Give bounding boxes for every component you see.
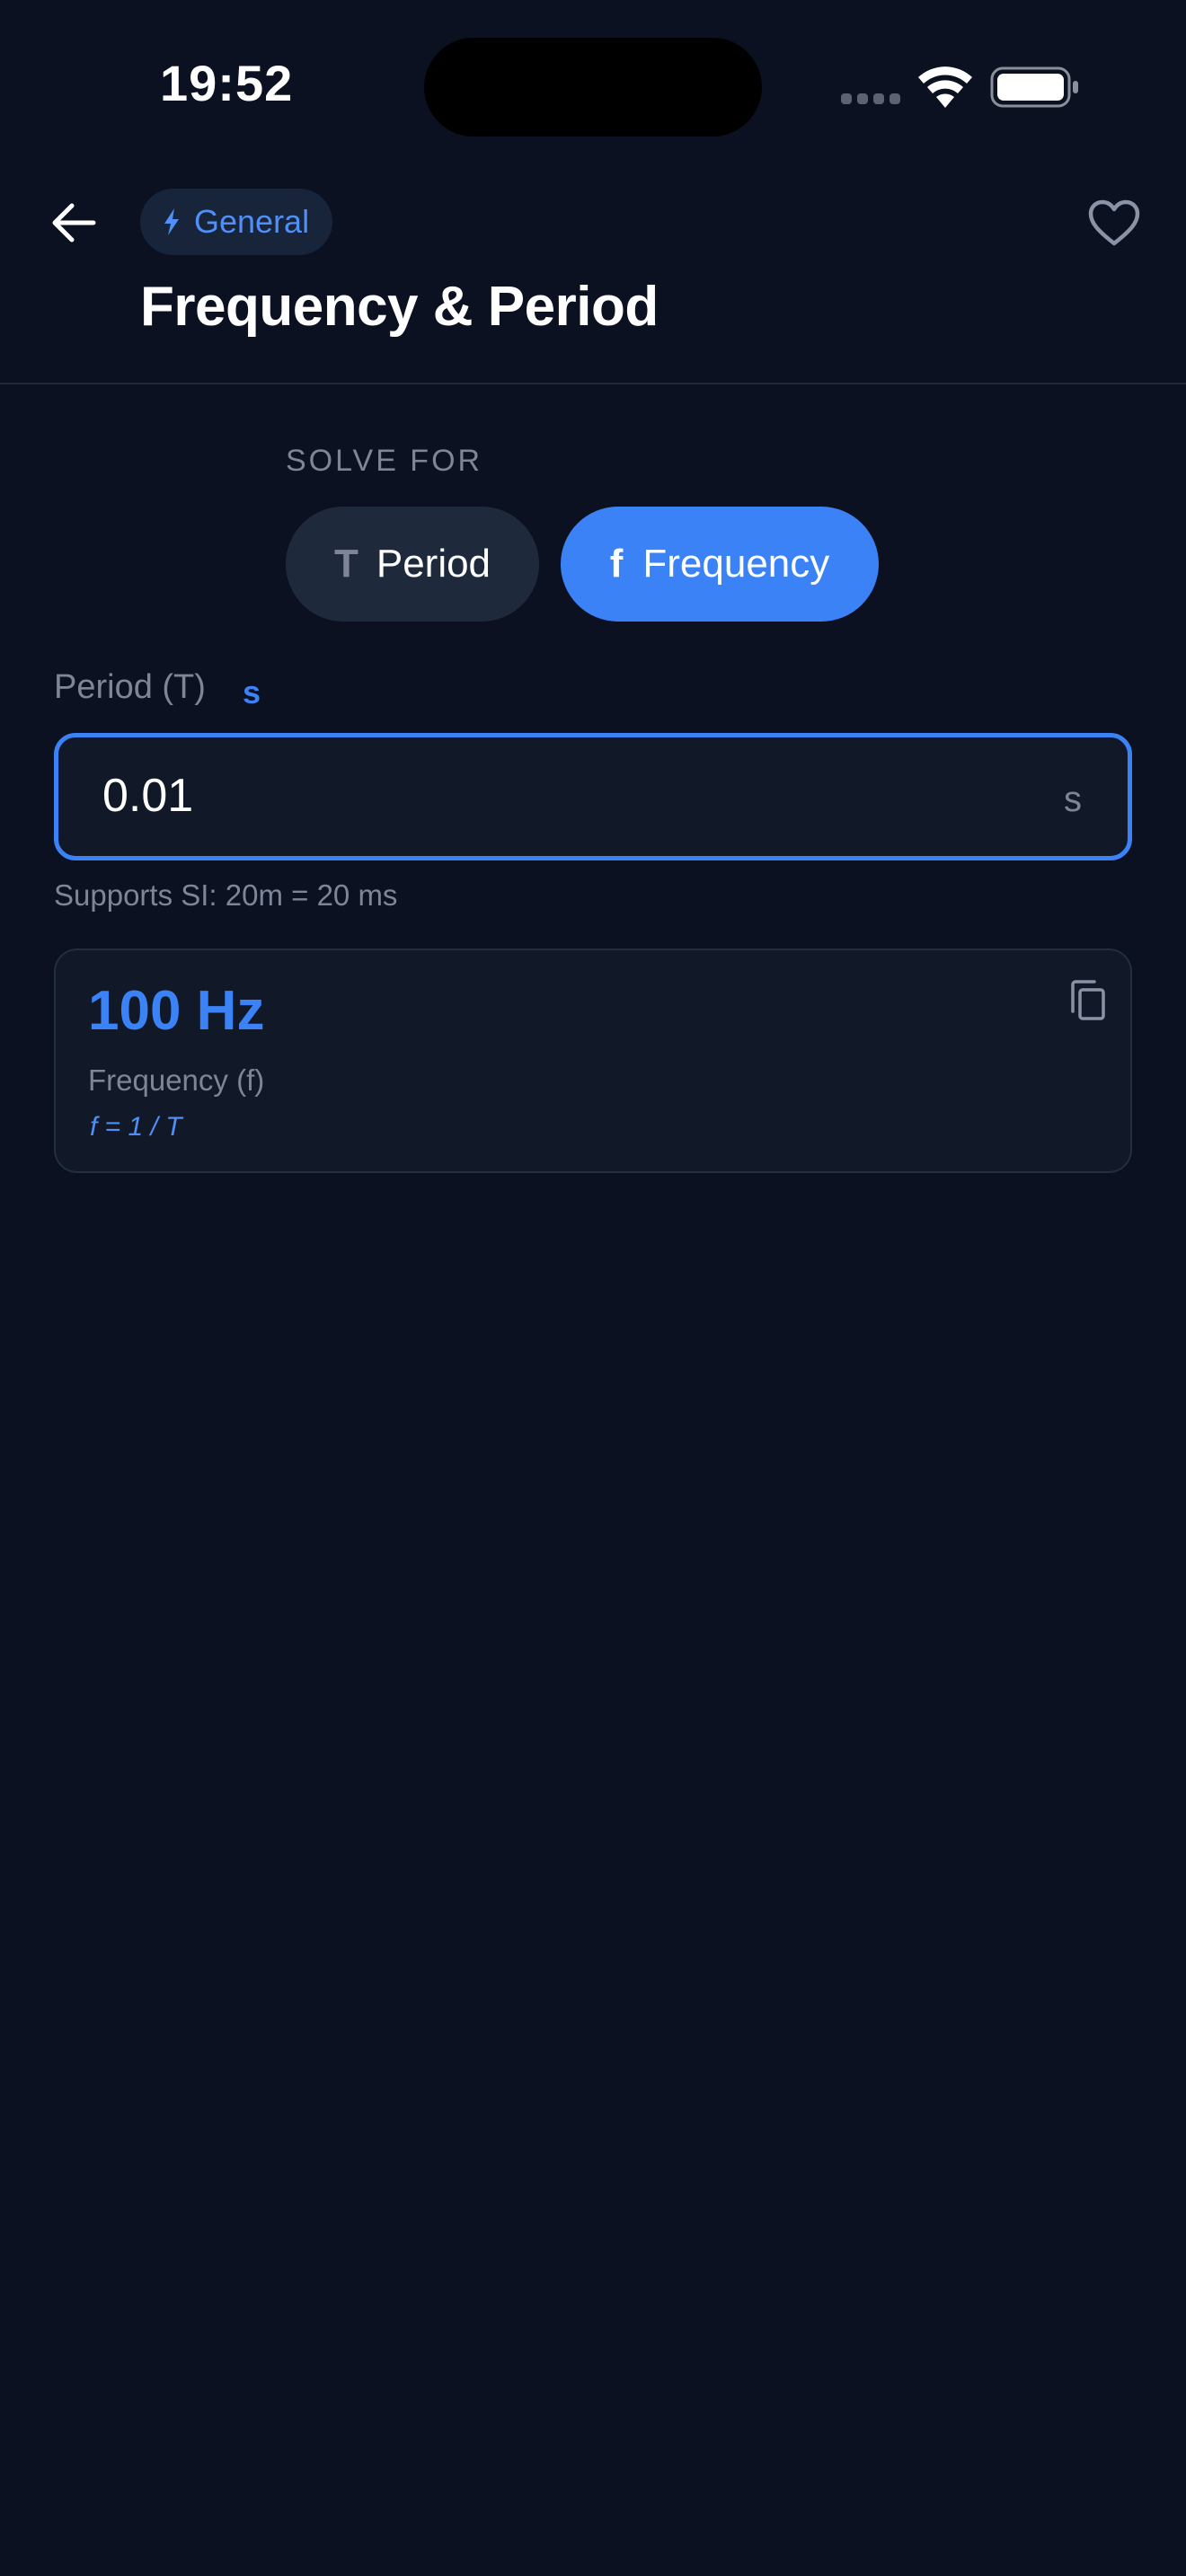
frequency-option-label: Frequency: [642, 542, 830, 586]
result-label: Frequency (f): [88, 1063, 265, 1097]
wifi-icon: [916, 63, 974, 110]
solve-for-label: SOLVE FOR: [286, 444, 483, 478]
back-button[interactable]: [43, 192, 104, 253]
header-divider: [0, 383, 1186, 384]
period-unit-tag: s: [243, 674, 261, 710]
result-value: 100 Hz: [88, 980, 265, 1042]
period-input-unit: s: [1064, 780, 1082, 819]
period-input[interactable]: [54, 733, 1132, 860]
frequency-symbol: f: [609, 542, 624, 586]
solve-for-period-button[interactable]: T Period: [286, 507, 539, 622]
page-title: Frequency & Period: [140, 276, 659, 338]
result-formula: f = 1 / T: [90, 1112, 182, 1142]
copy-result-button[interactable]: [1062, 975, 1112, 1026]
category-label: General: [194, 203, 310, 240]
arrow-left-icon: [52, 203, 96, 243]
si-hint: Supports SI: 20m = 20 ms: [54, 878, 398, 912]
period-symbol: T: [333, 542, 358, 586]
bolt-icon: [164, 208, 179, 235]
favorite-button[interactable]: [1082, 192, 1146, 253]
category-chip[interactable]: General: [140, 189, 333, 255]
status-time: 19:52: [160, 55, 294, 111]
cellular-signal-icon: [841, 93, 902, 106]
period-option-label: Period: [376, 542, 491, 586]
heart-icon: [1088, 199, 1140, 246]
dynamic-island: [424, 38, 762, 137]
copy-icon: [1071, 980, 1105, 1020]
period-field-label: Period (T): [54, 668, 206, 706]
solve-for-frequency-button[interactable]: f Frequency: [561, 507, 879, 622]
battery-icon: [990, 65, 1080, 110]
period-input-value[interactable]: 0.01: [102, 769, 193, 823]
